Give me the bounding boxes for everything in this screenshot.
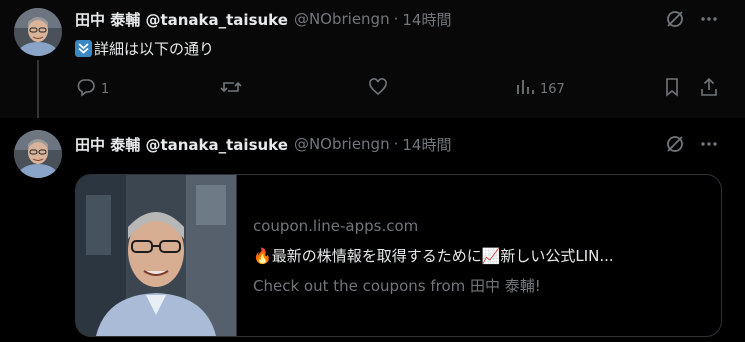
bookmark-icon <box>662 77 682 101</box>
card-title-part2: 新しい公式LIN... <box>500 247 614 265</box>
card-title-part1: 最新の株情報を取得するために <box>271 247 482 265</box>
link-card[interactable]: coupon.line-apps.com 🔥最新の株情報を取得するために📈新しい… <box>75 174 722 337</box>
arrow-double-down-emoji <box>75 39 92 57</box>
retweet-icon <box>220 77 242 101</box>
card-description: Check out the coupons from 田中 泰輔! <box>253 277 541 295</box>
avatar[interactable] <box>14 130 62 178</box>
timestamp[interactable]: 14時間 <box>402 134 451 155</box>
tweet-body: 詳細は以下の通り <box>94 39 215 58</box>
bookmark-button[interactable] <box>662 76 682 102</box>
tweet-header: 田中 泰輔 @tanaka_taisuke @NObriengn · 14時間 <box>75 133 451 155</box>
user-handle[interactable]: @NObriengn <box>294 10 390 28</box>
separator-dot: · <box>393 135 399 153</box>
more-icon[interactable] <box>698 8 720 30</box>
retweet-button[interactable] <box>220 76 242 102</box>
tweet-actions: 1 167 <box>0 76 745 102</box>
user-handle[interactable]: @NObriengn <box>294 135 390 153</box>
tweet-text: 詳細は以下の通り <box>75 37 214 59</box>
tweet-1[interactable]: 田中 泰輔 @tanaka_taisuke @NObriengn · 14時間 … <box>0 0 745 118</box>
tweet-header: 田中 泰輔 @tanaka_taisuke @NObriengn · 14時間 <box>75 8 451 30</box>
reply-count: 1 <box>101 81 110 97</box>
grok-icon[interactable] <box>664 8 686 30</box>
reply-button[interactable]: 1 <box>76 76 109 102</box>
card-domain: coupon.line-apps.com <box>253 217 419 235</box>
views-button[interactable]: 167 <box>515 76 565 102</box>
display-name[interactable]: 田中 泰輔 @tanaka_taisuke <box>75 134 288 155</box>
card-thumbnail[interactable] <box>76 175 237 336</box>
views-count: 167 <box>540 81 565 97</box>
display-name[interactable]: 田中 泰輔 @tanaka_taisuke <box>75 9 288 30</box>
views-icon <box>515 77 535 101</box>
card-title: 🔥最新の株情報を取得するために📈新しい公式LIN... <box>253 245 708 266</box>
share-icon <box>699 77 719 101</box>
share-button[interactable] <box>699 76 719 102</box>
like-icon <box>368 77 388 101</box>
grok-icon[interactable] <box>664 133 686 155</box>
avatar[interactable] <box>14 8 62 56</box>
like-button[interactable] <box>368 76 388 102</box>
fire-emoji: 🔥 <box>253 247 272 265</box>
timestamp[interactable]: 14時間 <box>402 9 451 30</box>
chart-increasing-emoji: 📈 <box>481 247 501 265</box>
separator-dot: · <box>393 10 399 28</box>
more-icon[interactable] <box>698 133 720 155</box>
reply-icon <box>76 77 96 101</box>
